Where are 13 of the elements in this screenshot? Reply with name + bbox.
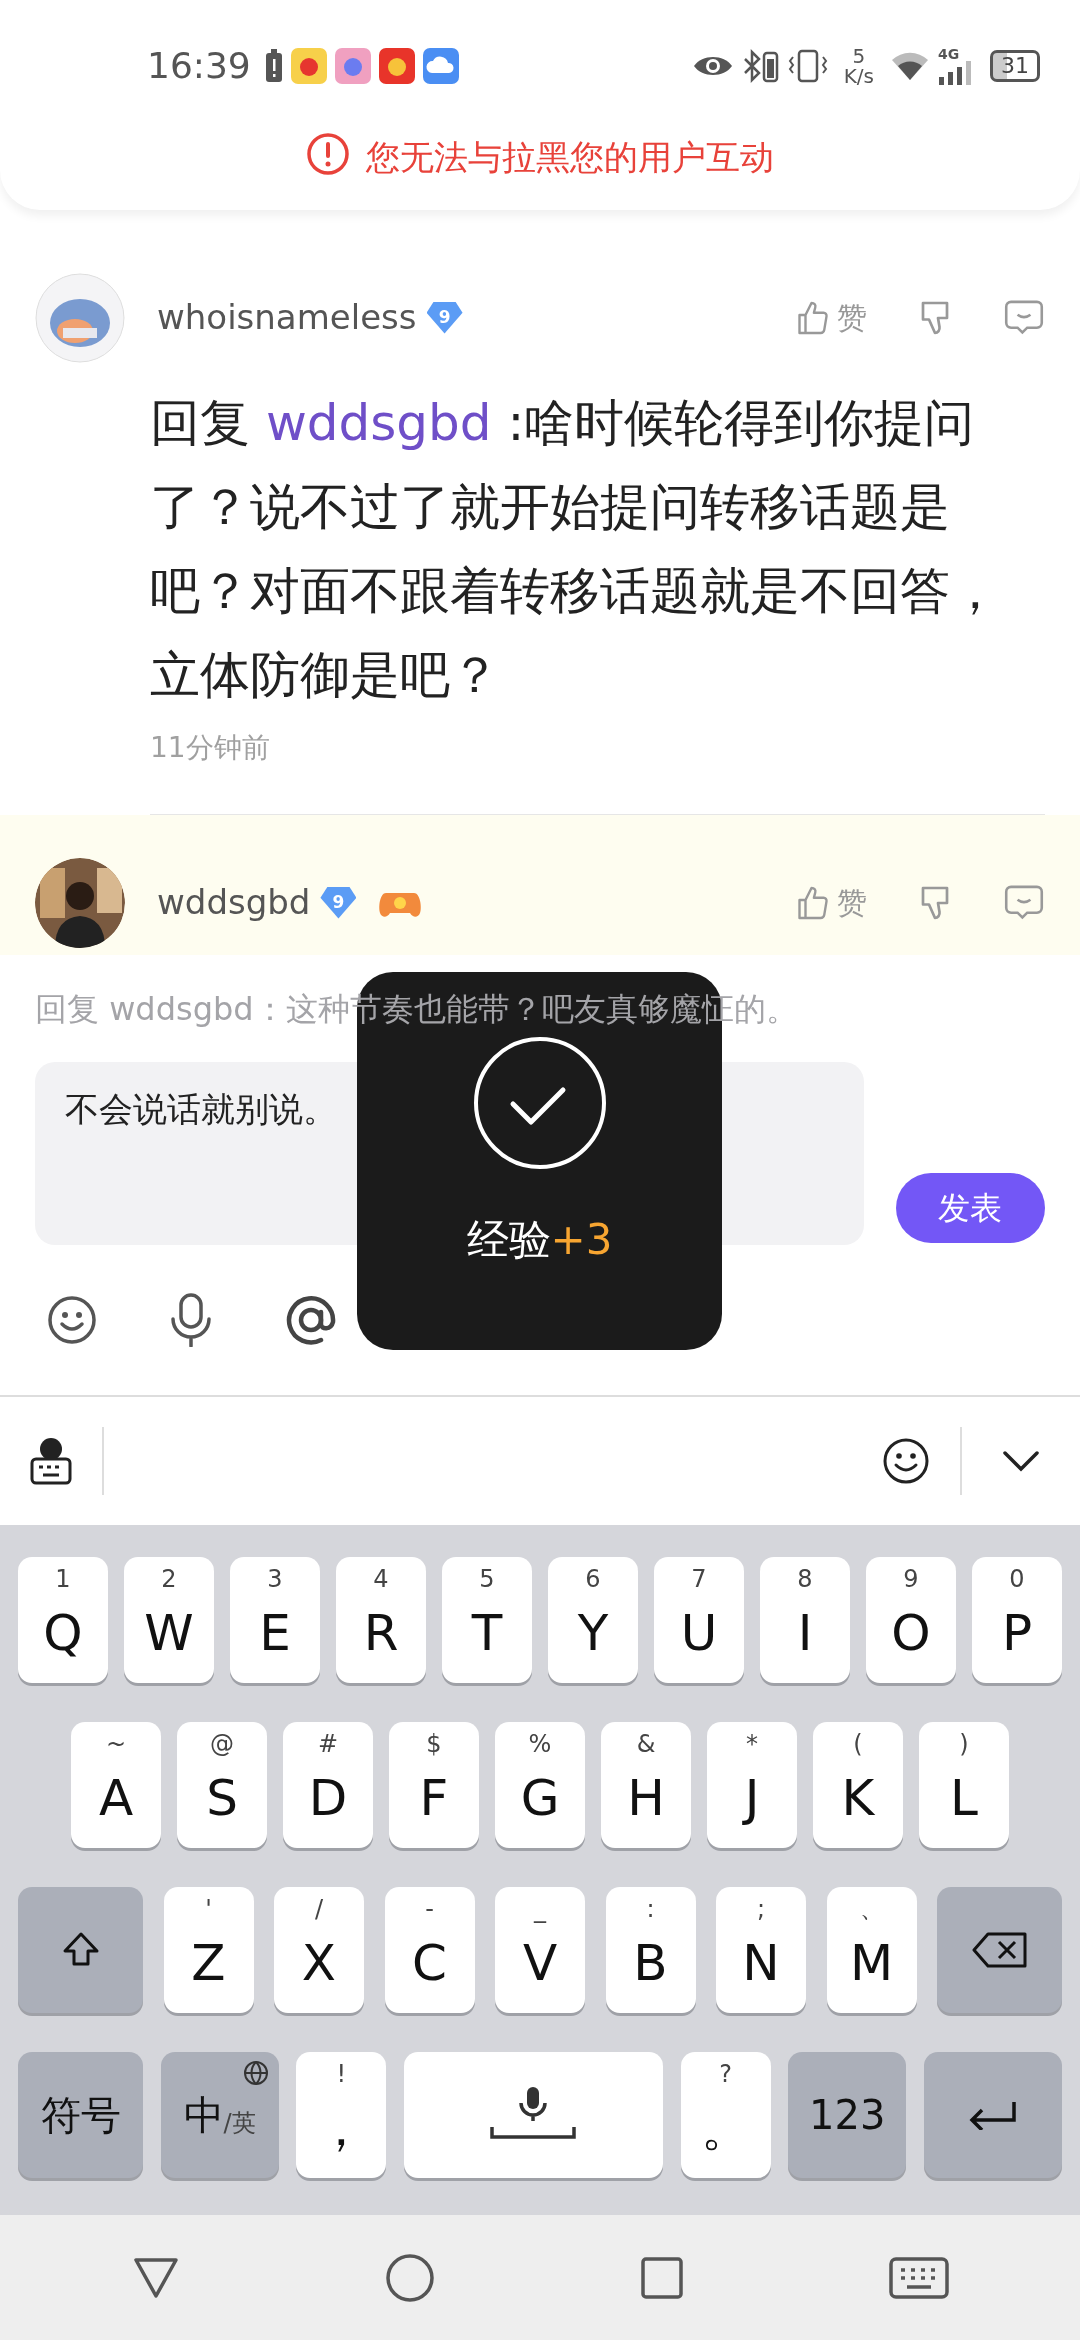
username: wddsgbd bbox=[157, 881, 311, 924]
comment-time: 11分钟前 bbox=[150, 730, 271, 766]
network-type: 4G bbox=[938, 47, 960, 61]
comment-text: 回复 wddsgbd :啥时候轮得到你提问了？说不过了就开始提问转移话题是吧？对面不跟着转移话题就是不回答，立体防御是吧？ bbox=[150, 393, 1000, 706]
username: whoisnameless bbox=[157, 296, 417, 339]
alert-text: 您无法与拉黑您的用户互动 bbox=[366, 136, 774, 179]
level-badge: 9 bbox=[320, 886, 357, 919]
level-badge: 9 bbox=[426, 301, 463, 334]
battery-level: 31 bbox=[990, 50, 1040, 82]
toast-text: 经验+3 bbox=[466, 1214, 613, 1266]
net-speed-unit: K/s bbox=[843, 66, 874, 86]
status-time: 16:39 bbox=[147, 44, 251, 88]
net-speed-value: 5 bbox=[852, 46, 866, 66]
